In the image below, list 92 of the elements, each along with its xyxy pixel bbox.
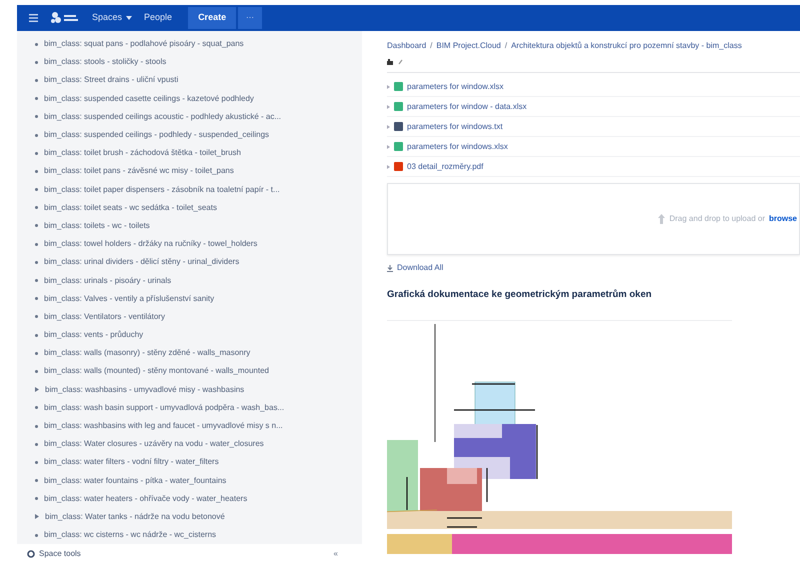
caret-icon xyxy=(126,16,132,20)
bullet-icon xyxy=(35,42,38,46)
bullet-icon xyxy=(35,152,38,155)
dropzone-text: Drag and drop to upload or xyxy=(669,213,765,225)
page-tree-item[interactable]: bim_class: toilet pans - závěsné wc misy - toilet_pans xyxy=(44,165,234,178)
file-link[interactable]: parameters for window - data.xlsx xyxy=(407,100,527,112)
collapse-sidebar-button[interactable]: « xyxy=(334,548,338,560)
create-button[interactable]: Create xyxy=(188,7,236,29)
download-all-button[interactable]: Download All xyxy=(387,260,444,276)
breadcrumb-separator: / xyxy=(430,40,432,52)
breadcrumb-link[interactable]: Dashboard xyxy=(387,40,426,52)
bullet-icon xyxy=(35,279,38,282)
expand-arrow-icon[interactable] xyxy=(387,144,390,148)
page-tree-item[interactable]: bim_class: walls (mounted) - stěny montované - walls_mounted xyxy=(44,365,269,378)
page-tree-item[interactable]: bim_class: toilet seats - wc sedátka - toilet_seats xyxy=(44,202,217,214)
page-tree-item[interactable]: bim_class: wash basin support - umyvadlová podpěra - wash_bas... xyxy=(44,402,284,414)
page-tree-item[interactable]: bim_class: vents - průduchy xyxy=(44,329,144,342)
expand-arrow-icon[interactable] xyxy=(387,124,390,128)
page-tree-item[interactable]: bim_class: suspended ceilings acoustic - podhledy akustické - ac... xyxy=(44,110,282,123)
page-tree-item[interactable]: bim_class: washbasins with leg and faucet - umyvadlové misy s n... xyxy=(44,420,283,432)
page-tree-item[interactable]: bim_class: washbasins - umyvadlové misy - washbasins xyxy=(45,384,244,396)
file-type-icon xyxy=(394,122,403,131)
bullet-icon xyxy=(35,134,38,137)
file-link[interactable]: parameters for window.xlsx xyxy=(407,80,504,92)
bullet-icon xyxy=(35,297,38,300)
page-tree-item[interactable]: bim_class: toilet paper dispensers - zásobník na toaletní papír - t... xyxy=(44,184,280,196)
page-tree-item[interactable]: bim_class: wc cisterns - wc nádrže - wc_cisterns xyxy=(44,529,216,542)
file-type-icon xyxy=(394,162,403,171)
bullet-icon xyxy=(35,224,38,228)
expand-arrow-icon[interactable] xyxy=(35,387,39,392)
logo-icon[interactable] xyxy=(50,11,80,25)
page-tree-item[interactable]: bim_class: stools - stoličky - stools xyxy=(44,56,166,68)
page-tree-item[interactable]: bim_class: Street drains - uliční vpusti xyxy=(44,74,178,86)
more-button[interactable]: ⋯ xyxy=(238,7,262,29)
bullet-icon xyxy=(35,352,38,355)
bullet-icon xyxy=(35,242,38,246)
file-link[interactable]: 03 detail_rozměry.pdf xyxy=(407,160,484,172)
bullet-icon xyxy=(35,497,38,500)
expand-arrow-icon[interactable] xyxy=(35,514,39,520)
section-heading: Grafická dokumentace ke geometrickým parametrům oken xyxy=(387,288,653,302)
bullet-icon xyxy=(35,315,38,318)
page-tree-item[interactable]: bim_class: toilet brush - záchodová štětka - toilet_brush xyxy=(44,147,241,160)
nav-menu-item[interactable]: Spaces xyxy=(92,11,132,25)
browse-link[interactable]: browse xyxy=(768,213,797,225)
bullet-icon xyxy=(35,97,38,100)
bullet-icon xyxy=(35,260,38,264)
expand-arrow-icon[interactable] xyxy=(387,84,390,88)
file-type-icon xyxy=(394,142,403,151)
bullet-icon xyxy=(35,424,38,428)
page-tree-item[interactable]: bim_class: Valves - ventily a příslušenství sanity xyxy=(44,292,214,305)
bullet-icon xyxy=(35,442,38,446)
bullet-icon xyxy=(35,370,38,373)
menu-icon[interactable] xyxy=(29,14,38,22)
file-link[interactable]: parameters for windows.txt xyxy=(407,120,503,132)
space-tools-button[interactable]: Space tools xyxy=(27,548,81,560)
bullet-icon xyxy=(35,479,38,482)
page-tree-item[interactable]: bim_class: towel holders - držáky na ručníky - towel_holders xyxy=(44,238,258,250)
expand-arrow-icon[interactable] xyxy=(387,104,390,108)
bullet-icon xyxy=(35,460,38,464)
bullet-icon xyxy=(35,406,38,410)
upload-icon xyxy=(658,214,666,224)
bullet-icon xyxy=(35,60,38,64)
page-tree-item[interactable]: bim_class: Water tanks - nádrže na vodu betonové xyxy=(45,510,225,523)
bullet-icon xyxy=(35,78,38,82)
page-tree-item[interactable]: bim_class: Water closures - uzávěry na vodu - water_closures xyxy=(44,438,264,450)
bullet-icon xyxy=(35,206,38,210)
expand-arrow-icon[interactable] xyxy=(387,164,390,168)
breadcrumb-separator: / xyxy=(504,40,508,52)
page-tree-item[interactable]: bim_class: water filters - vodní filtry - water_filters xyxy=(44,456,219,468)
breadcrumb-link[interactable]: Architektura objektů a konstrukcí pro pozemní stavby - bim_class xyxy=(511,40,742,52)
page-tree-item[interactable]: bim_class: water fountains - pítka - water_fountains xyxy=(44,474,226,487)
page-tree-item[interactable]: bim_class: toilets - wc - toilets xyxy=(44,220,150,232)
bullet-icon xyxy=(35,188,38,192)
page-tree-item[interactable]: bim_class: Ventilators - ventilátory xyxy=(44,310,165,323)
page-tree-item[interactable]: bim_class: suspended ceilings - podhledy - suspended_ceilings xyxy=(44,129,270,142)
page-tree-item[interactable]: bim_class: urinals - pisoáry - urinals xyxy=(44,274,172,287)
bullet-icon xyxy=(35,334,38,337)
breadcrumb-link[interactable]: BIM Project.Cloud xyxy=(436,40,501,52)
bullet-icon xyxy=(35,534,38,537)
file-type-icon xyxy=(394,82,403,91)
page-tree-item[interactable]: bim_class: urinal dividers - dělicí stěny - urinal_dividers xyxy=(44,256,240,268)
file-type-icon xyxy=(394,102,403,111)
page-tree-item[interactable]: bim_class: suspended casette ceilings - kazetové podhledy xyxy=(44,92,254,105)
page-tree-item[interactable]: bim_class: squat pans - podlahové pisoáry - squat_pans xyxy=(44,38,244,50)
download-icon xyxy=(387,264,393,272)
bullet-icon xyxy=(35,170,38,173)
file-link[interactable]: parameters for windows.xlsx xyxy=(407,140,508,152)
nav-menu-item[interactable]: People xyxy=(144,11,172,25)
upload-dropzone[interactable]: Drag and drop to upload or browse xyxy=(387,183,800,255)
bullet-icon xyxy=(35,115,38,118)
page-tree-item[interactable]: bim_class: water heaters - ohřívače vody - water_heaters xyxy=(44,492,248,505)
page-tree-item[interactable]: bim_class: walls (masonry) - stěny zděné - walls_masonry xyxy=(44,347,250,360)
